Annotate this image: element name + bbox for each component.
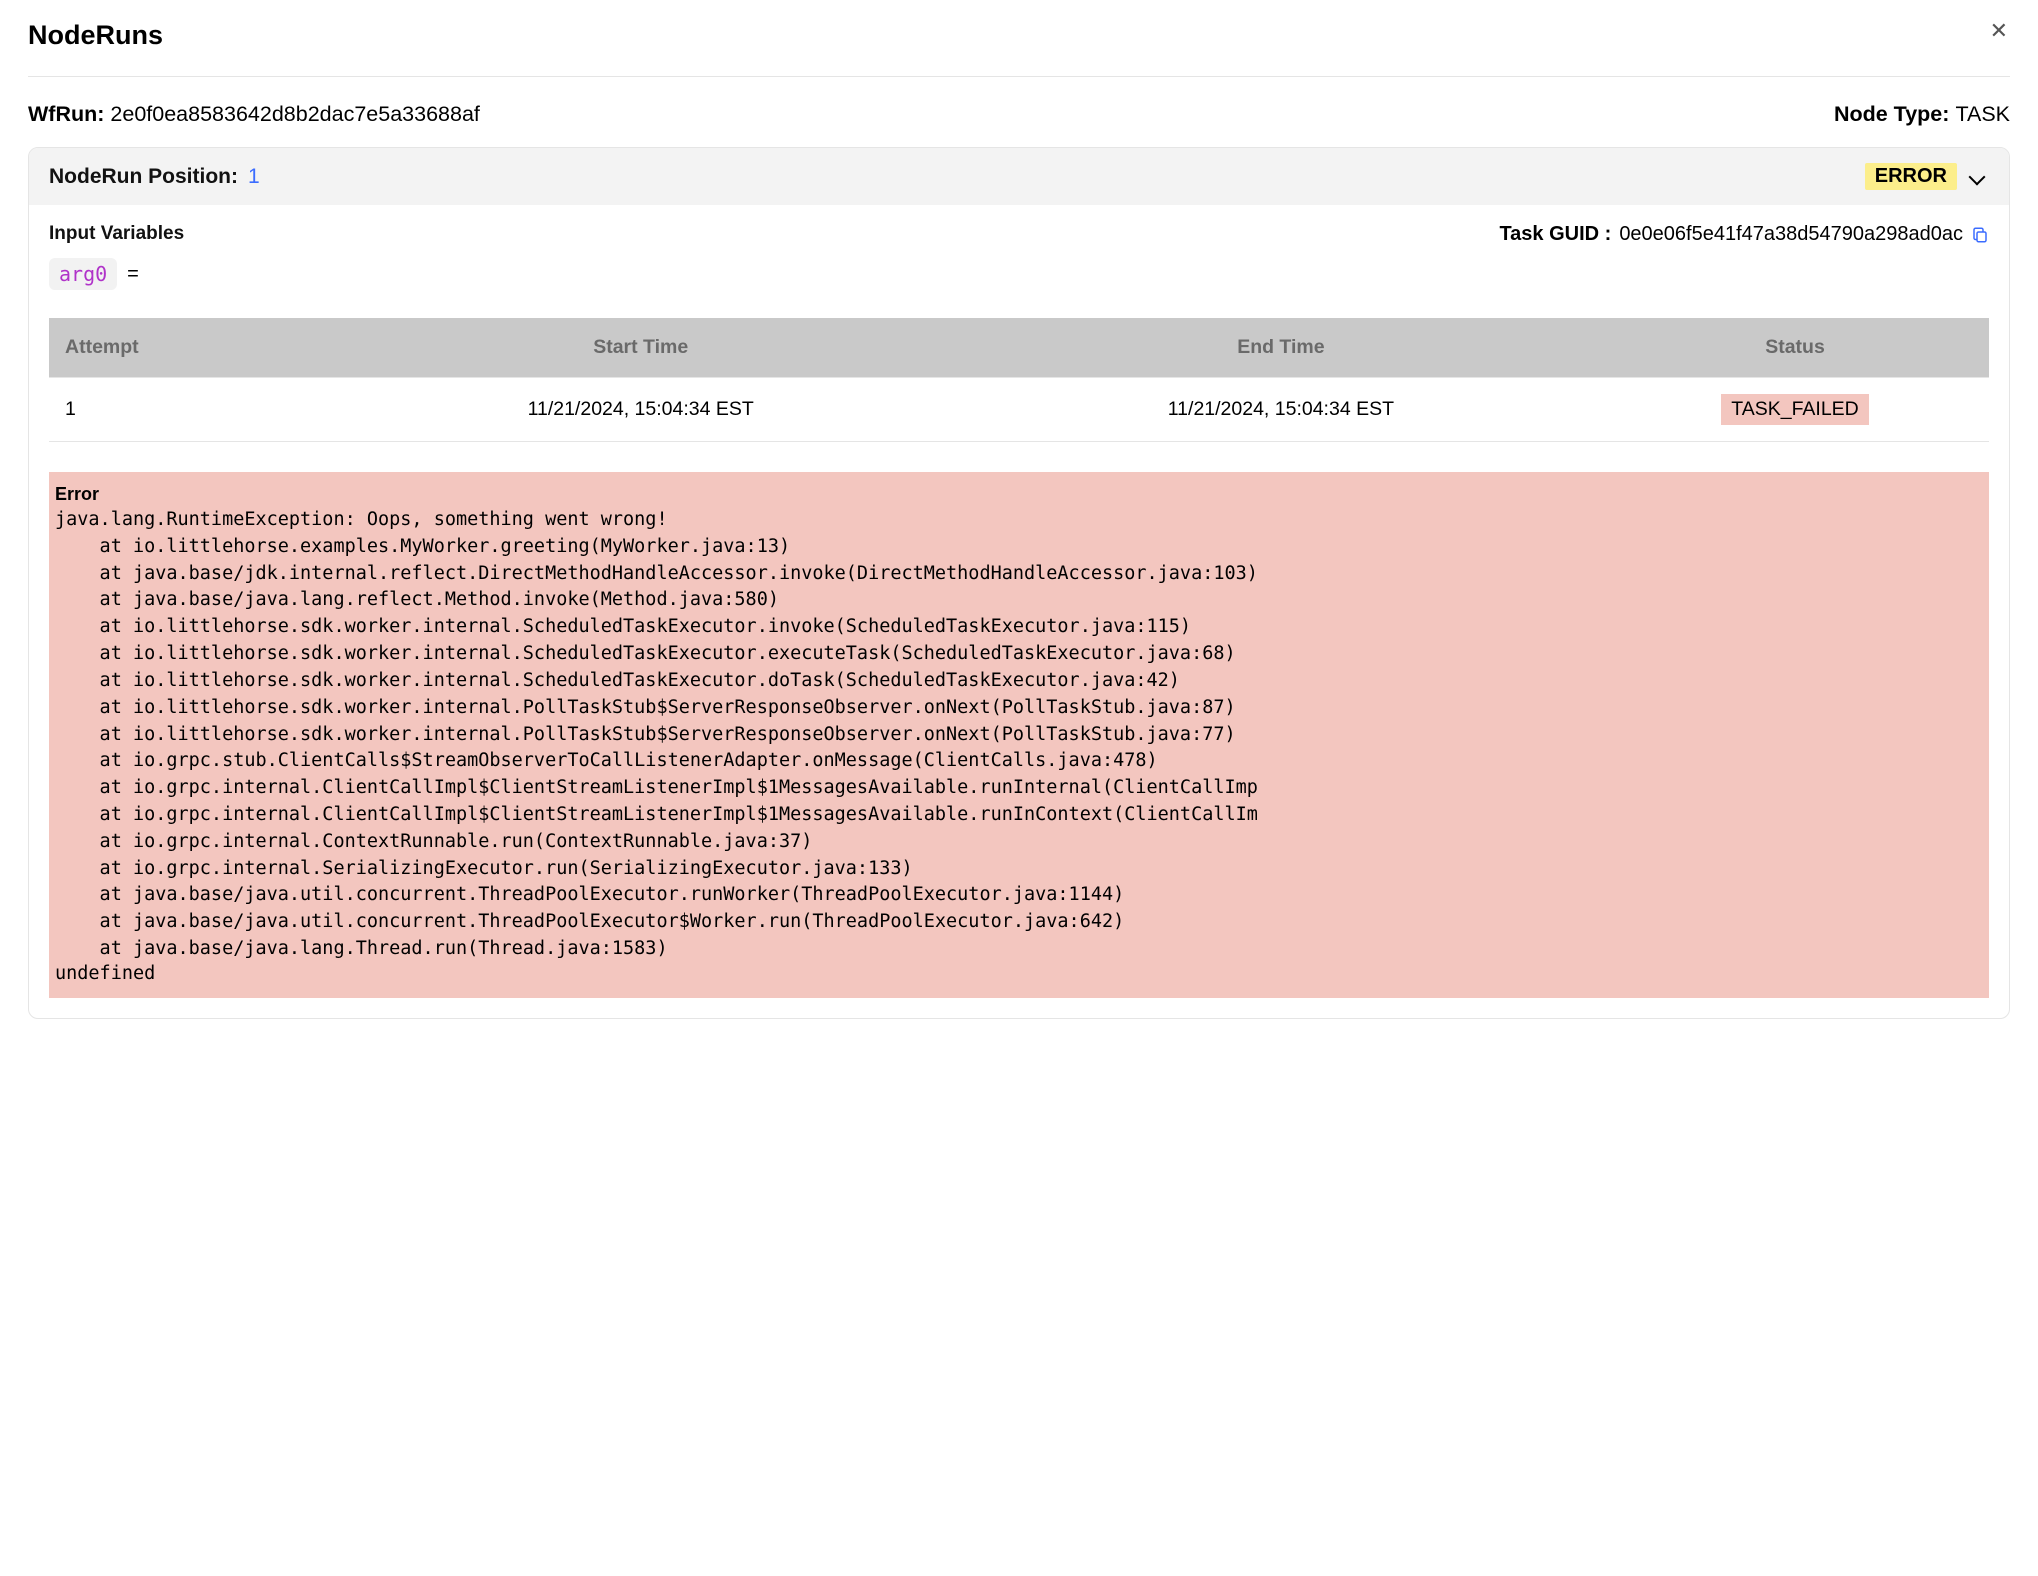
error-title: Error (49, 484, 1989, 505)
position-value: 1 (248, 165, 260, 189)
error-trace: java.lang.RuntimeException: Oops, someth… (49, 507, 1989, 963)
cell-status: TASK_FAILED (1601, 378, 1989, 442)
input-vars-label: Input Variables (49, 223, 184, 245)
cell-start: 11/21/2024, 15:04:34 EST (321, 378, 961, 442)
nodetype-label: Node Type: (1834, 102, 1949, 127)
undefined-label: undefined (49, 963, 1989, 984)
position-label: NodeRun Position: (49, 165, 238, 189)
wfrun-label: WfRun: (28, 102, 104, 127)
status-badge: ERROR (1865, 163, 1957, 190)
col-attempt: Attempt (49, 318, 321, 378)
chevron-down-icon[interactable] (1969, 168, 1986, 185)
equals-sign: = (127, 263, 139, 286)
noderun-accordion: NodeRun Position: 1 ERROR Input Variable… (28, 147, 2010, 1019)
close-icon[interactable]: ✕ (1988, 20, 2010, 42)
cell-end: 11/21/2024, 15:04:34 EST (961, 378, 1601, 442)
task-guid: Task GUID : 0e0e06f5e41f47a38d54790a298a… (1499, 223, 1989, 246)
accordion-header[interactable]: NodeRun Position: 1 ERROR (29, 148, 2009, 205)
status-failed-badge: TASK_FAILED (1721, 394, 1869, 425)
arg-chip: arg0 (49, 258, 117, 290)
table-row[interactable]: 1 11/21/2024, 15:04:34 EST 11/21/2024, 1… (49, 378, 1989, 442)
attempts-table: Attempt Start Time End Time Status 1 11/… (49, 318, 1989, 442)
accordion-body: Input Variables Task GUID : 0e0e06f5e41f… (29, 205, 2009, 1018)
col-start: Start Time (321, 318, 961, 378)
copy-icon[interactable] (1971, 225, 1989, 245)
task-guid-label: Task GUID : (1499, 223, 1611, 246)
table-header-row: Attempt Start Time End Time Status (49, 318, 1989, 378)
wfrun-id: 2e0f0ea8583642d8b2dac7e5a33688af (110, 102, 479, 127)
arg-row: arg0 = (49, 258, 1989, 290)
cell-attempt: 1 (49, 378, 321, 442)
nodetype-value: TASK (1955, 102, 2010, 127)
task-guid-value: 0e0e06f5e41f47a38d54790a298ad0ac (1619, 223, 1963, 246)
info-row: WfRun: 2e0f0ea8583642d8b2dac7e5a33688af … (28, 102, 2010, 127)
page-title: NodeRuns (28, 20, 163, 51)
col-status: Status (1601, 318, 1989, 378)
error-block: Error java.lang.RuntimeException: Oops, … (49, 472, 1989, 998)
col-end: End Time (961, 318, 1601, 378)
header: NodeRuns ✕ (28, 20, 2010, 77)
